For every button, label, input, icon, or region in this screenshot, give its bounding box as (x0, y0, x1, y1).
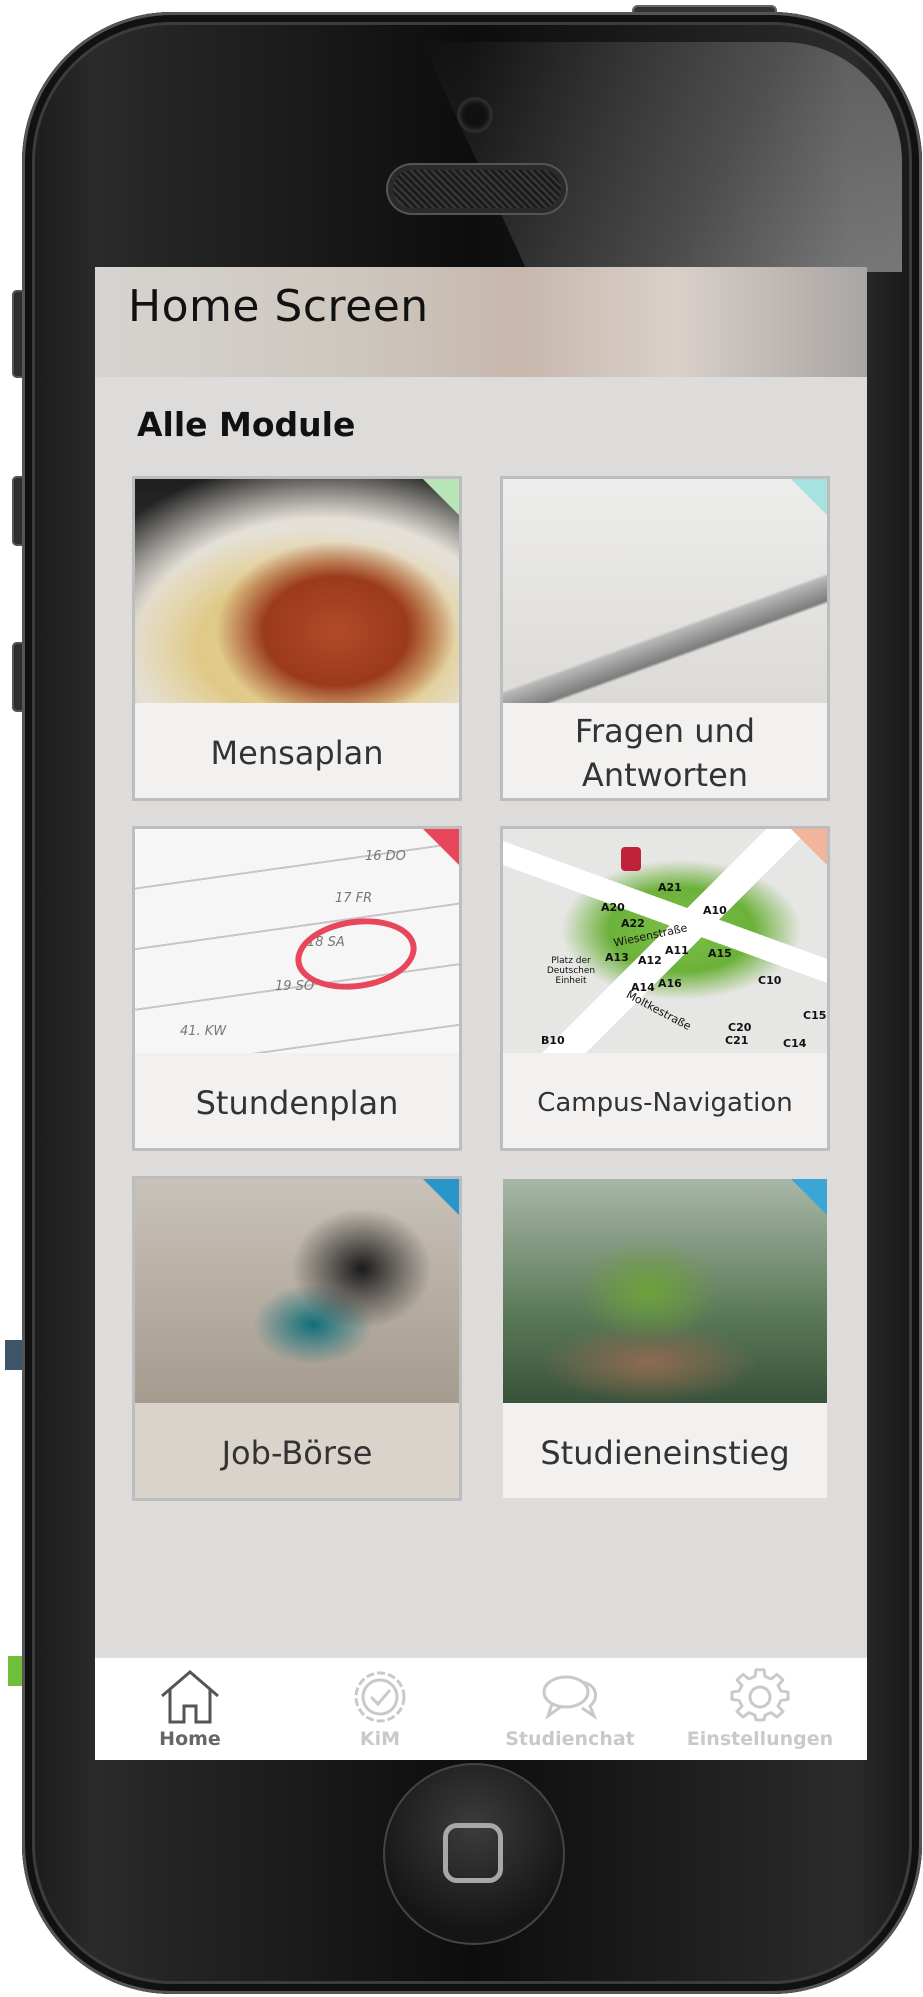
page-title: Home Screen (128, 281, 429, 332)
glass-reflection (422, 42, 902, 272)
module-label: Mensaplan (210, 733, 384, 772)
tab-kim[interactable]: KiM (285, 1668, 475, 1758)
map-label: A16 (658, 977, 682, 990)
tab-label: Einstellungen (686, 1728, 834, 1750)
module-tile-stundenplan[interactable]: 16 DO 17 FR 18 SA 19 SO 41. KW Stundenpl… (132, 826, 462, 1151)
map-label: B10 (541, 1034, 565, 1047)
app-header: Home Screen (95, 267, 867, 377)
calendar-photo: 16 DO 17 FR 18 SA 19 SO 41. KW (135, 829, 459, 1053)
module-tile-campus-navigation[interactable]: A21 A20 A22 A10 A13 A12 A11 A15 A14 A16 … (500, 826, 830, 1151)
gear-icon (730, 1668, 790, 1722)
tab-label: KiM (359, 1728, 401, 1750)
module-label: Fragen und Antworten (574, 712, 756, 794)
map-label: A10 (703, 904, 727, 917)
map-label: C20 (728, 1021, 752, 1034)
handshake-photo (135, 1179, 459, 1403)
earpiece-speaker (393, 170, 561, 208)
map-label: A21 (658, 881, 682, 894)
calendar-day: 16 DO (365, 849, 406, 864)
map-place-label: Platz der Deutschen Einheit (546, 956, 596, 986)
map-label: C14 (783, 1037, 807, 1050)
fountain-pen-photo (503, 479, 827, 703)
front-camera (460, 100, 490, 130)
chat-bubbles-icon (542, 1675, 598, 1720)
map-label: C15 (803, 1009, 827, 1022)
section-title: Alle Module (137, 405, 356, 444)
food-photo (135, 479, 459, 703)
module-tile-studieneinstieg[interactable]: Studieneinstieg (500, 1176, 830, 1501)
home-button-square-icon (443, 1823, 503, 1883)
map-label: C21 (725, 1034, 749, 1047)
home-icon (161, 1670, 219, 1724)
module-tile-mensaplan[interactable]: Mensaplan (132, 476, 462, 801)
map-label: A11 (665, 944, 689, 957)
calendar-day: 17 FR (335, 891, 373, 906)
badge-check-icon (354, 1671, 406, 1723)
map-label: A22 (621, 917, 645, 930)
map-label: C10 (758, 974, 782, 987)
calendar-day: 41. KW (180, 1024, 227, 1039)
tab-studienchat[interactable]: Studienchat (475, 1668, 665, 1758)
hardware-home-button[interactable] (383, 1763, 565, 1945)
tab-einstellungen[interactable]: Einstellungen (665, 1668, 855, 1758)
map-label: A15 (708, 947, 732, 960)
module-tile-fragen-und-antworten[interactable]: Fragen und Antworten (500, 476, 830, 801)
map-label: A20 (601, 901, 625, 914)
campus-map-image: A21 A20 A22 A10 A13 A12 A11 A15 A14 A16 … (503, 829, 827, 1053)
calendar-day: 19 SO (275, 979, 315, 994)
map-label: A13 (605, 951, 629, 964)
map-info-pin-icon (621, 847, 641, 871)
module-tile-job-boerse[interactable]: Job-Börse (132, 1176, 462, 1501)
module-label: Campus-Navigation (537, 1087, 793, 1118)
map-label: A12 (638, 954, 662, 967)
module-label: Stundenplan (195, 1083, 399, 1122)
tab-home[interactable]: Home (95, 1668, 285, 1758)
tab-label: Studienchat (505, 1728, 635, 1750)
app-screen: Home Screen Alle Module Mensaplan Fragen… (95, 267, 867, 1760)
map-street-label: Moltkestraße (624, 988, 694, 1033)
tab-label: Home (159, 1728, 221, 1750)
seedling-photo (503, 1179, 827, 1403)
bottom-tab-bar: Home KiM Studienchat Einstellungen (95, 1657, 867, 1760)
module-label: Job-Börse (221, 1433, 373, 1472)
module-label: Studieneinstieg (540, 1433, 790, 1472)
